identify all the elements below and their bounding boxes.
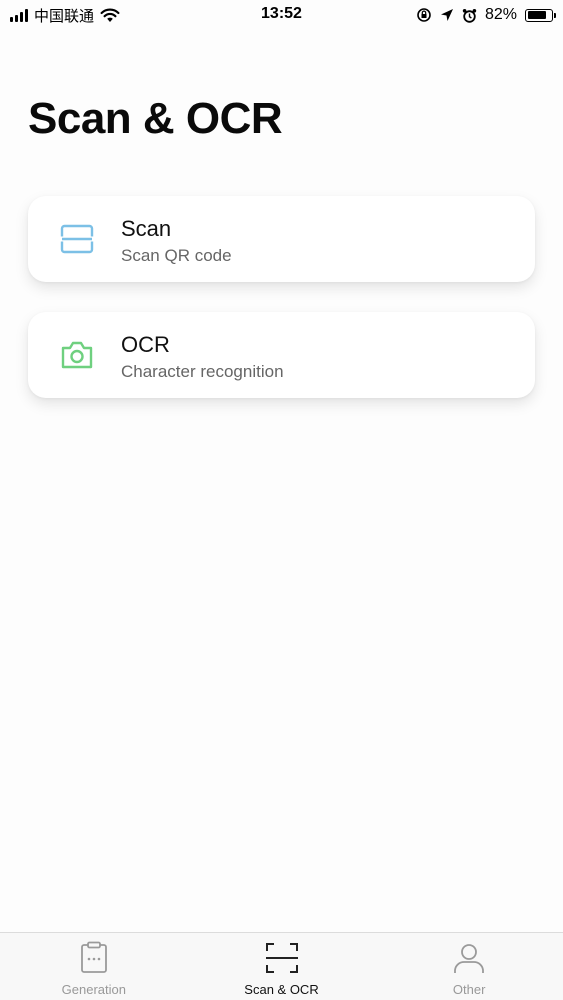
status-bar: 中国联通 13:52 82%	[0, 0, 563, 30]
tab-generation-label: Generation	[61, 982, 126, 997]
scan-icon	[60, 224, 94, 254]
tab-scan-ocr-label: Scan & OCR	[244, 982, 319, 997]
location-icon	[440, 9, 453, 21]
scan-frame-icon	[265, 943, 298, 973]
person-icon	[454, 944, 485, 973]
tab-generation[interactable]: Generation	[0, 933, 188, 1000]
ocr-card-subtitle: Character recognition	[121, 362, 284, 381]
tab-scan-ocr[interactable]: Scan & OCR	[188, 933, 376, 1000]
battery-fill	[527, 11, 547, 19]
alarm-icon	[462, 8, 477, 23]
tab-other-label: Other	[452, 982, 486, 997]
orientation-lock-icon	[417, 8, 431, 22]
scan-card-subtitle: Scan QR code	[121, 246, 232, 265]
page-title: Scan & OCR	[28, 94, 283, 143]
clipboard-icon	[80, 941, 107, 973]
scan-card[interactable]: Scan Scan QR code	[28, 196, 535, 282]
status-right: 82%	[416, 5, 556, 25]
tab-other[interactable]: Other	[375, 933, 563, 1000]
battery-percent: 82%	[484, 6, 517, 23]
scan-card-title: Scan	[121, 216, 172, 241]
camera-icon	[61, 341, 93, 369]
ocr-card-title: OCR	[121, 332, 170, 357]
tab-bar: Generation Scan & OCR Other	[0, 932, 563, 1000]
ocr-card[interactable]: OCR Character recognition	[28, 312, 535, 398]
battery-icon	[525, 8, 556, 22]
